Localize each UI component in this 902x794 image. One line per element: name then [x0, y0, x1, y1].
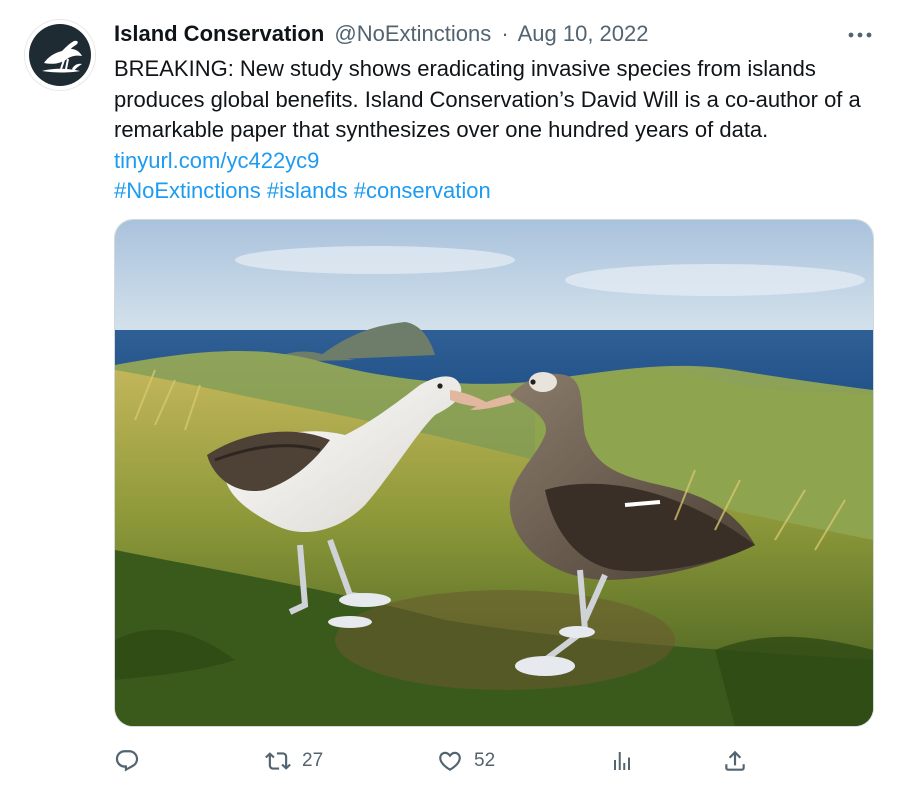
- hashtag-islands[interactable]: #islands: [267, 178, 348, 203]
- retweet-button[interactable]: 27: [264, 744, 323, 778]
- views-button[interactable]: [610, 744, 644, 778]
- retweet-icon: [264, 748, 292, 774]
- author-handle[interactable]: @NoExtinctions: [334, 21, 491, 46]
- retweet-count: 27: [302, 750, 324, 771]
- avatar[interactable]: [24, 19, 96, 91]
- tweet-card: Island Conservation @NoExtinctions · Aug…: [0, 0, 902, 794]
- reply-icon: [114, 748, 140, 774]
- albatross-photo: [115, 220, 873, 726]
- share-button[interactable]: [722, 744, 758, 778]
- heart-icon: [436, 748, 464, 774]
- more-options-button[interactable]: [845, 22, 875, 48]
- separator: ·: [501, 21, 509, 46]
- tweet-header: Island Conservation @NoExtinctions · Aug…: [114, 20, 842, 48]
- island-conservation-logo-icon: [25, 20, 95, 90]
- tweet-image[interactable]: [115, 220, 873, 726]
- share-icon: [722, 748, 748, 774]
- like-count: 52: [474, 750, 496, 771]
- hashtag-noextinctions[interactable]: #NoExtinctions: [114, 178, 261, 203]
- analytics-icon: [610, 748, 634, 774]
- tweet-date[interactable]: Aug 10, 2022: [518, 21, 649, 46]
- hashtag-list: #NoExtinctions #islands #conservation: [114, 176, 874, 207]
- tweet-text: BREAKING: New study shows eradicating in…: [114, 56, 861, 142]
- tweet-link[interactable]: tinyurl.com/yc422yc9: [114, 148, 319, 173]
- like-button[interactable]: 52: [436, 744, 495, 778]
- reply-button[interactable]: [114, 744, 150, 778]
- tweet-body: BREAKING: New study shows eradicating in…: [114, 54, 874, 207]
- tweet-actions: 27 52: [114, 744, 754, 778]
- ellipsis-icon: [848, 32, 872, 38]
- hashtag-conservation[interactable]: #conservation: [354, 178, 491, 203]
- author-name[interactable]: Island Conservation: [114, 21, 324, 46]
